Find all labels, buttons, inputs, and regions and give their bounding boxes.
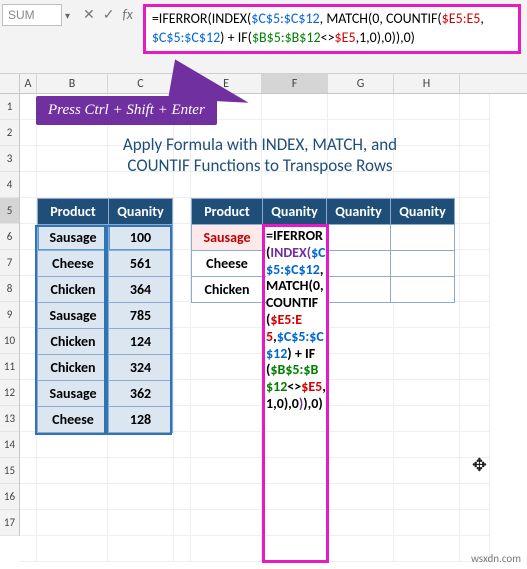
cell[interactable]: 362	[109, 381, 173, 407]
name-box[interactable]	[2, 4, 62, 26]
cell[interactable]	[327, 225, 391, 251]
cell[interactable]: 128	[109, 407, 173, 433]
col-header-G[interactable]: G	[328, 74, 394, 93]
th-quantity: Quanity	[263, 199, 327, 225]
table-row: Cheese561	[38, 251, 173, 277]
th-product: Product	[38, 199, 109, 225]
row-header-7[interactable]: 7	[0, 250, 19, 276]
cell[interactable]: Chicken	[192, 277, 263, 303]
row-header-8[interactable]: 8	[0, 276, 19, 302]
cell[interactable]: Cheese	[38, 407, 109, 433]
table-row: Sausage100	[38, 225, 173, 251]
row-header-1[interactable]: 1	[0, 94, 19, 120]
row-header-13[interactable]: 13	[0, 406, 19, 432]
cell[interactable]: 124	[109, 329, 173, 355]
row-header-9[interactable]: 9	[0, 302, 19, 328]
table-row: Chicken324	[38, 355, 173, 381]
table-row: Sausage362	[38, 381, 173, 407]
formula-input[interactable]: =IFERROR(INDEX($C$5:$C$12, MATCH(0, COUN…	[143, 4, 521, 54]
col-header-B[interactable]: B	[37, 74, 108, 93]
row-header-3[interactable]: 3	[0, 146, 19, 172]
column-headers: A B C D E F G H	[0, 74, 527, 94]
table-row: Chicken364	[38, 277, 173, 303]
cell[interactable]: Chicken	[38, 329, 109, 355]
row-header-4[interactable]: 4	[0, 172, 19, 198]
table-header-row: Product Quanity Quanity Quanity	[192, 199, 455, 225]
fx-icon[interactable]: fx	[122, 6, 132, 23]
row-headers: 1234567891011121314151617	[0, 94, 20, 536]
col-header-H[interactable]: H	[394, 74, 460, 93]
th-quantity: Quanity	[327, 199, 391, 225]
cell[interactable]: 324	[109, 355, 173, 381]
th-product: Product	[192, 199, 263, 225]
cell[interactable]: 561	[109, 251, 173, 277]
cancel-formula-icon[interactable]: ✕	[83, 6, 95, 23]
col-header-F[interactable]: F	[262, 74, 328, 93]
row-header-11[interactable]: 11	[0, 354, 19, 380]
row-header-10[interactable]: 10	[0, 328, 19, 354]
row-header-5[interactable]: 5	[0, 198, 19, 224]
cell[interactable]: Sausage	[38, 381, 109, 407]
source-table: Product Quanity Sausage100Cheese561Chick…	[37, 198, 173, 433]
title-line-1: Apply Formula with INDEX, MATCH, and	[70, 134, 450, 155]
formula-bar-buttons: ✕ ✓ fx	[77, 0, 139, 29]
row-header-6[interactable]: 6	[0, 224, 19, 250]
table-header-row: Product Quanity	[38, 199, 173, 225]
col-header-A[interactable]: A	[20, 74, 37, 93]
table-row: Cheese128	[38, 407, 173, 433]
cell[interactable]	[391, 277, 455, 303]
cell[interactable]: Chicken	[38, 355, 109, 381]
th-quantity: Quanity	[391, 199, 455, 225]
cell[interactable]: Chicken	[38, 277, 109, 303]
cell[interactable]: 100	[109, 225, 173, 251]
cell[interactable]: Sausage	[38, 225, 109, 251]
title-line-2: COUNTIF Functions to Transpose Rows	[70, 155, 450, 176]
cell[interactable]	[391, 251, 455, 277]
row-header-16[interactable]: 16	[0, 484, 19, 510]
callout-tip: Press Ctrl + Shift + Enter	[36, 96, 217, 125]
row-header-15[interactable]: 15	[0, 458, 19, 484]
cursor-icon: ✥	[472, 454, 487, 476]
name-box-wrap: ▾	[0, 0, 77, 30]
cell[interactable]: Cheese	[38, 251, 109, 277]
cell[interactable]: Sausage	[192, 225, 263, 251]
row-header-12[interactable]: 12	[0, 380, 19, 406]
th-quantity: Quanity	[109, 199, 173, 225]
col-header-C[interactable]: C	[108, 74, 174, 93]
name-box-dropdown-icon[interactable]: ▾	[65, 9, 75, 22]
worksheet-grid: 1234567891011121314151617 Press Ctrl + S…	[0, 94, 527, 536]
cell[interactable]: Sausage	[38, 303, 109, 329]
row-header-14[interactable]: 14	[0, 432, 19, 458]
sheet-area[interactable]: Press Ctrl + Shift + Enter Apply Formula…	[20, 94, 527, 536]
accept-formula-icon[interactable]: ✓	[103, 6, 115, 23]
cell[interactable]	[391, 225, 455, 251]
cell[interactable]: 785	[109, 303, 173, 329]
select-all-corner[interactable]	[0, 74, 20, 93]
in-cell-formula-display: =IFERROR(INDEX($C$5:$C$12,MATCH(0,COUNTI…	[266, 228, 326, 413]
cell[interactable]: 364	[109, 277, 173, 303]
row-header-17[interactable]: 17	[0, 510, 19, 536]
table-row: Chicken124	[38, 329, 173, 355]
cell[interactable]	[327, 277, 391, 303]
page-title: Apply Formula with INDEX, MATCH, and COU…	[70, 134, 450, 177]
table-row: Sausage785	[38, 303, 173, 329]
cell[interactable]	[327, 251, 391, 277]
formula-bar-area: ▾ ✕ ✓ fx =IFERROR(INDEX($C$5:$C$12, MATC…	[0, 0, 527, 74]
row-header-2[interactable]: 2	[0, 120, 19, 146]
watermark: wsxdn.com	[471, 552, 521, 565]
cell[interactable]: Cheese	[192, 251, 263, 277]
